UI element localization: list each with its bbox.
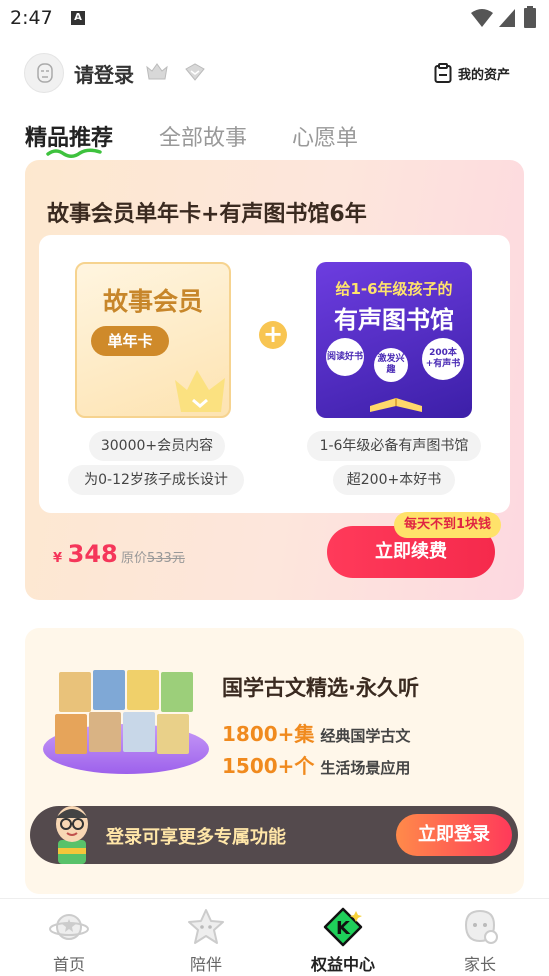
login-now-button[interactable]: 立即登录 [396, 814, 512, 856]
k-diamond-icon: K [323, 907, 363, 947]
library-bubble: 阅读好书 [326, 338, 364, 376]
tab-all-stories[interactable]: 全部故事 [159, 120, 247, 152]
default-avatar-icon [37, 63, 53, 83]
crown-badge-icon [146, 63, 168, 80]
nav-item-companion[interactable]: 陪伴 [151, 899, 261, 976]
diamond-badge-icon [185, 63, 205, 81]
offer-price: ¥ 348 [53, 540, 118, 568]
membership-offer-card[interactable]: 故事会员单年卡+有声图书馆6年 故事会员 单年卡 + 给1-6年级孩子的 有声图… [25, 160, 524, 600]
plus-icon: + [259, 321, 287, 349]
feature-pill: 1-6年级必备有声图书馆 [307, 431, 481, 461]
wifi-icon [471, 9, 493, 27]
mascot-icon [56, 806, 88, 864]
daily-price-tag: 每天不到1块钱 [394, 512, 502, 538]
nav-label: 权益中心 [310, 955, 375, 974]
library-bubble: 激发兴趣 [374, 348, 408, 382]
bottom-nav: 首页 陪伴 K 权益中心 家长 [0, 898, 549, 976]
story-member-card-image: 故事会员 单年卡 [75, 262, 231, 418]
login-link[interactable]: 请登录 [74, 59, 134, 88]
original-price-label: 原价 [121, 551, 148, 566]
active-tab-underline [46, 148, 102, 158]
my-assets-label: 我的资产 [458, 67, 511, 83]
feature-pill: 30000+会员内容 [89, 431, 225, 461]
a-notification-icon: A [71, 11, 85, 25]
feature-pill: 超200+本好书 [333, 465, 455, 495]
parent-face-icon [464, 909, 498, 944]
book-cover [55, 714, 87, 754]
stat-number: 1800+集 [222, 722, 315, 746]
tab-wishlist[interactable]: 心愿单 [292, 120, 358, 152]
library-top-text: 给1-6年级孩子的 [335, 280, 453, 298]
book-cover [89, 712, 121, 752]
avatar[interactable] [24, 53, 64, 93]
member-box-title: 故事会员 [102, 287, 203, 316]
book-cover [157, 714, 189, 754]
guoxue-title: 国学古文精选·永久听 [222, 676, 419, 700]
nav-item-parent[interactable]: 家长 [425, 899, 535, 976]
library-title: 有声图书馆 [334, 306, 454, 334]
battery-icon [524, 6, 536, 28]
book-cover [59, 672, 91, 712]
clipboard-icon [434, 63, 452, 83]
member-box-tag: 单年卡 [91, 326, 169, 356]
nav-label: 陪伴 [189, 955, 222, 974]
stat-number: 1500+个 [222, 754, 315, 778]
planet-home-icon [49, 914, 89, 940]
star-companion-icon [188, 909, 224, 944]
guoxue-stat: 1800+集 经典国学古文 [222, 718, 410, 747]
book-cover [93, 670, 125, 710]
status-time: 2:47 [10, 7, 53, 29]
my-assets-button[interactable]: 我的资产 [434, 62, 510, 84]
original-price-value: 533元 [147, 551, 185, 566]
offer-title: 故事会员单年卡+有声图书馆6年 [47, 202, 367, 227]
login-prompt-text: 登录可享更多专属功能 [106, 827, 286, 848]
app-screen: 2:47 A 请登录 我的资产 精品推荐 全部故事 心愿单 故事会员单年卡+有声… [0, 0, 549, 976]
svg-text:K: K [336, 918, 351, 939]
offer-inner-panel: 故事会员 单年卡 + 给1-6年级孩子的 有声图书馆 阅读好书 激发兴趣 200… [39, 235, 510, 513]
signal-icon [499, 9, 515, 27]
stat-text: 经典国学古文 [320, 727, 411, 745]
status-bar: 2:47 A [0, 0, 549, 38]
price-value: 348 [67, 540, 118, 568]
nav-item-benefits[interactable]: K 权益中心 [288, 899, 398, 976]
nav-item-home[interactable]: 首页 [14, 899, 124, 976]
currency-symbol: ¥ [53, 551, 63, 566]
guoxue-stat: 1500+个 生活场景应用 [222, 750, 410, 779]
nav-label: 家长 [463, 955, 496, 974]
library-bubble: 200本+有声书 [422, 338, 464, 380]
crown-icon [175, 370, 225, 412]
audio-library-card-image: 给1-6年级孩子的 有声图书馆 阅读好书 激发兴趣 200本+有声书 [316, 262, 472, 418]
login-prompt-banner[interactable]: 登录可享更多专属功能 立即登录 [30, 806, 518, 864]
book-cover [127, 670, 159, 710]
original-price: 原价533元 [121, 547, 185, 566]
feature-pill: 为0-12岁孩子成长设计 [68, 465, 244, 495]
nav-label: 首页 [52, 955, 85, 974]
open-book-icon [370, 398, 422, 412]
book-cover [123, 712, 155, 752]
book-cover [161, 672, 193, 712]
stat-text: 生活场景应用 [320, 759, 411, 777]
